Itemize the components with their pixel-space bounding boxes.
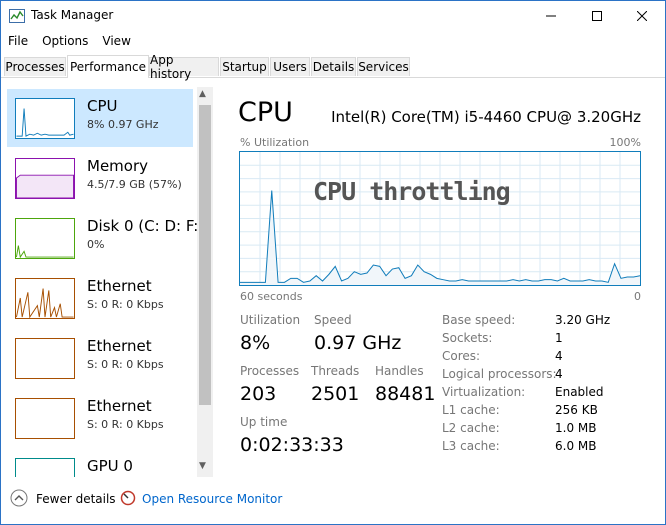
ethernet-thumbnail-graph — [15, 278, 75, 319]
cpu-utilization-graph — [239, 151, 641, 286]
sidebar-item-detail: S: 0 R: 0 Kbps — [87, 418, 164, 431]
graph-time-end-label: 0 — [634, 290, 641, 303]
spec-label: Logical processors: — [442, 367, 557, 381]
uptime-label: Up time — [240, 415, 288, 429]
gpu-thumbnail-graph — [15, 458, 75, 477]
spec-label: Virtualization: — [442, 385, 526, 399]
resource-monitor-icon[interactable] — [120, 490, 136, 506]
spec-label: Sockets: — [442, 331, 493, 345]
uptime-value: 0:02:33:33 — [240, 434, 344, 456]
sidebar-item-label: Disk 0 (C: D: F: E — [87, 217, 213, 235]
tab-processes[interactable]: Processes — [4, 57, 66, 76]
spec-value: 6.0 MB — [555, 439, 597, 453]
utilization-axis-label: % Utilization — [240, 136, 310, 149]
handles-label: Handles — [375, 364, 424, 378]
sidebar-item-label: Ethernet — [87, 397, 152, 415]
utilization-axis-max: 100% — [609, 136, 641, 149]
spec-label: Cores: — [442, 349, 481, 363]
threads-label: Threads — [311, 364, 360, 378]
spec-label: L3 cache: — [442, 439, 500, 453]
ethernet-thumbnail-graph — [15, 338, 75, 379]
handles-value: 88481 — [375, 383, 436, 405]
cpu-throttling-annotation: CPU throttling — [313, 177, 511, 206]
tab-performance[interactable]: Performance — [67, 55, 149, 78]
cpu-thumbnail-graph — [15, 98, 75, 139]
spec-label: L2 cache: — [442, 421, 500, 435]
sidebar-scrollbar[interactable]: ▲ ▼ — [197, 87, 213, 477]
sidebar-item-ethernet-3[interactable]: Ethernet S: 0 R: 0 Kbps — [7, 389, 193, 447]
task-manager-window: Task Manager File Options View Processes… — [0, 0, 666, 525]
minimize-button[interactable] — [528, 1, 574, 31]
footer-bar: Fewer details Open Resource Monitor — [1, 487, 665, 513]
chevron-up-icon[interactable] — [10, 489, 28, 507]
close-icon — [637, 11, 647, 21]
spec-label: Base speed: — [442, 313, 516, 327]
threads-value: 2501 — [311, 383, 360, 405]
resource-list: CPU 8% 0.97 GHz Memory 4.5/7.9 GB (57%) … — [1, 87, 214, 477]
sidebar-item-ethernet-2[interactable]: Ethernet S: 0 R: 0 Kbps — [7, 329, 193, 387]
close-button[interactable] — [619, 1, 665, 31]
menu-bar: File Options View — [1, 32, 138, 52]
sidebar-item-label: CPU — [87, 97, 118, 115]
tab-startup[interactable]: Startup — [220, 57, 269, 76]
disk-thumbnail-graph — [15, 218, 75, 259]
tab-services[interactable]: Services — [357, 57, 410, 76]
menu-file[interactable]: File — [1, 32, 35, 52]
minimize-icon — [546, 15, 556, 17]
memory-thumbnail-graph — [15, 158, 75, 199]
ethernet-thumbnail-graph — [15, 398, 75, 439]
cpu-model-name: Intel(R) Core(TM) i5-4460 CPU@ 3.20GHz — [331, 108, 641, 126]
menu-options[interactable]: Options — [35, 32, 95, 52]
graph-time-span-label: 60 seconds — [240, 290, 303, 303]
processes-label: Processes — [240, 364, 300, 378]
spec-value: Enabled — [555, 385, 604, 399]
sidebar-item-label: Memory — [87, 157, 149, 175]
speed-label: Speed — [314, 313, 352, 327]
sidebar-item-label: Ethernet — [87, 277, 152, 295]
spec-value: 4 — [555, 349, 563, 363]
spec-value: 1.0 MB — [555, 421, 597, 435]
tab-strip: Processes Performance App history Startu… — [1, 53, 665, 81]
sidebar-item-cpu[interactable]: CPU 8% 0.97 GHz — [7, 89, 193, 147]
sidebar-item-detail: 8% 0.97 GHz — [87, 118, 159, 131]
tab-details[interactable]: Details — [311, 57, 356, 76]
sidebar-item-ethernet-1[interactable]: Ethernet S: 0 R: 0 Kbps — [7, 269, 193, 327]
spec-value: 4 — [555, 367, 563, 381]
speed-value: 0.97 GHz — [314, 332, 402, 354]
fewer-details-button[interactable]: Fewer details — [36, 492, 116, 506]
utilization-label: Utilization — [240, 313, 301, 327]
sidebar-item-memory[interactable]: Memory 4.5/7.9 GB (57%) — [7, 149, 193, 207]
maximize-icon — [592, 11, 602, 21]
sidebar-item-gpu[interactable]: GPU 0 — [7, 449, 193, 477]
page-title: CPU — [238, 97, 293, 128]
spec-label: L1 cache: — [442, 403, 500, 417]
sidebar-item-label: Ethernet — [87, 337, 152, 355]
scroll-up-icon[interactable]: ▲ — [199, 89, 206, 99]
window-title: Task Manager — [31, 8, 114, 22]
spec-value: 256 KB — [555, 403, 598, 417]
open-resource-monitor-link[interactable]: Open Resource Monitor — [142, 492, 282, 506]
tab-app-history[interactable]: App history — [149, 53, 219, 81]
sidebar-item-detail: S: 0 R: 0 Kbps — [87, 358, 164, 371]
sidebar-item-detail: 4.5/7.9 GB (57%) — [87, 178, 182, 191]
tab-users[interactable]: Users — [270, 57, 310, 76]
utilization-value: 8% — [240, 332, 271, 354]
processes-value: 203 — [240, 383, 277, 405]
spec-value: 1 — [555, 331, 563, 345]
scroll-down-icon[interactable]: ▼ — [199, 461, 206, 471]
sidebar-item-detail: S: 0 R: 0 Kbps — [87, 298, 164, 311]
sidebar-item-detail: 0% — [87, 238, 105, 251]
spec-value: 3.20 GHz — [555, 313, 611, 327]
menu-view[interactable]: View — [95, 32, 137, 52]
sidebar-item-label: GPU 0 — [87, 457, 133, 475]
task-manager-icon — [9, 9, 25, 23]
title-bar[interactable]: Task Manager — [1, 1, 665, 31]
scrollbar-thumb[interactable] — [199, 105, 211, 405]
sidebar-item-disk[interactable]: Disk 0 (C: D: F: E 0% — [7, 209, 213, 267]
maximize-button[interactable] — [574, 1, 620, 31]
